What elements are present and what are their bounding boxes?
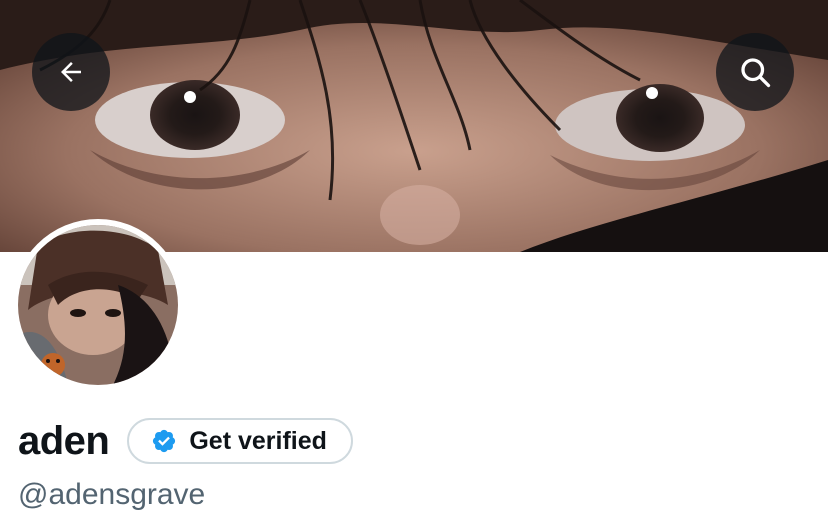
display-name: aden — [18, 418, 110, 463]
verified-badge-icon — [153, 429, 176, 453]
get-verified-button[interactable]: Get verified — [127, 418, 353, 464]
banner-image — [0, 0, 828, 252]
get-verified-label: Get verified — [189, 426, 327, 455]
search-icon — [741, 58, 771, 88]
search-button[interactable] — [716, 33, 794, 111]
profile-banner[interactable] — [0, 0, 828, 252]
arrow-left-icon — [61, 62, 81, 82]
avatar-image — [18, 225, 178, 385]
user-handle: @adensgrave — [18, 478, 206, 511]
profile-avatar[interactable] — [12, 219, 184, 391]
back-button[interactable] — [32, 33, 110, 111]
name-row: aden Get verified — [18, 418, 353, 464]
